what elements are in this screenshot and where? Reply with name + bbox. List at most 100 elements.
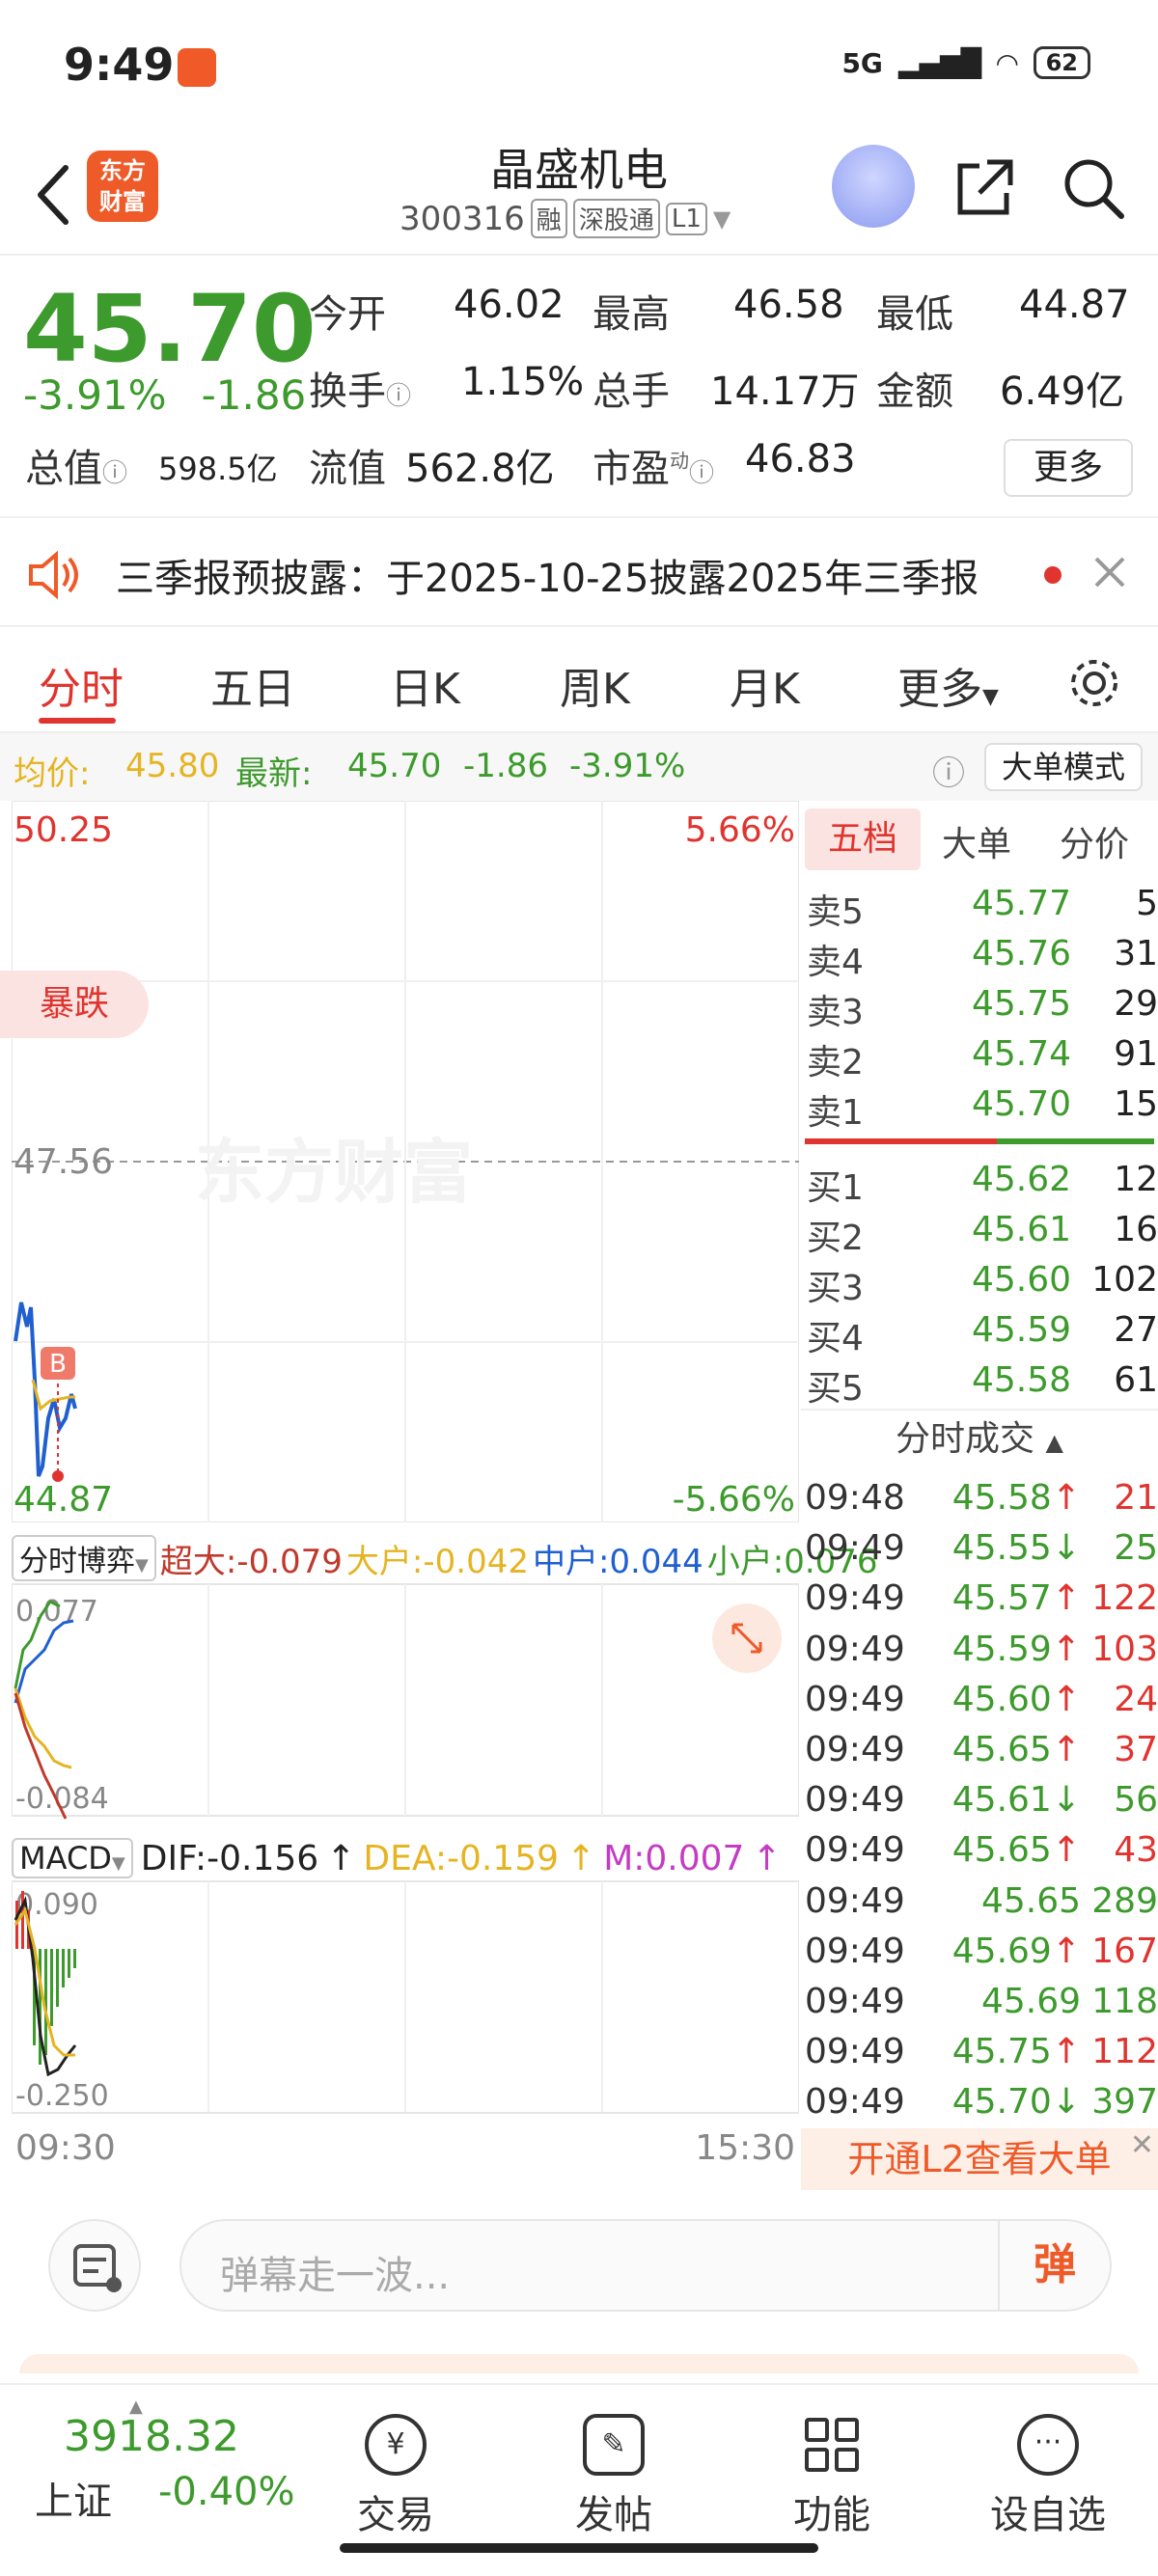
- trade-row: 09:49 45.59↑ 103: [801, 1624, 1158, 1674]
- nav-functions[interactable]: 功能: [764, 2414, 899, 2539]
- danmu-send-button[interactable]: 弹: [998, 2221, 1110, 2310]
- trade-time: 09:49: [805, 1730, 905, 1769]
- l2-banner[interactable]: 开通L2查看大单 ✕: [801, 2128, 1158, 2190]
- avg-value: 45.80: [125, 747, 220, 785]
- trade-time: 09:49: [805, 1629, 905, 1669]
- flow-header: 分时博弈▼ 超大:-0.079 大户:-0.042 中户:0.044 小户:0.…: [12, 1528, 878, 1588]
- mktcap-value: 598.5亿: [158, 451, 278, 487]
- tab-intraday[interactable]: 分时: [39, 654, 124, 716]
- index-name: 上证: [35, 2480, 112, 2524]
- open-value: 46.02: [454, 283, 565, 327]
- tab-5day[interactable]: 五日: [210, 654, 295, 716]
- volume-value: 14.17万: [710, 370, 860, 414]
- macd-selector[interactable]: MACD▼: [12, 1838, 133, 1878]
- macd-dea: DEA:-0.159: [363, 1838, 560, 1878]
- trade-volume: 103: [1091, 1629, 1158, 1669]
- low-value: 44.87: [1019, 283, 1130, 327]
- danmu-bar: 弹幕走一波... 弹: [0, 2190, 1158, 2373]
- trade-direction-icon: ↑: [1051, 1578, 1081, 1619]
- flow-selector[interactable]: 分时博弈▼: [12, 1535, 156, 1581]
- stock-code-row[interactable]: 300316 融 深股通 L1 ▼: [400, 199, 731, 238]
- ask-row: 卖3 45.75 29: [807, 984, 1158, 1032]
- high-value: 46.58: [733, 283, 844, 327]
- amount-value: 6.49亿: [1000, 370, 1125, 414]
- wifi-icon: ◠: [997, 46, 1018, 79]
- notice-text: 三季报预披露：于2025-10-25披露2025年三季报: [116, 557, 979, 601]
- trade-time: 09:49: [805, 1780, 905, 1821]
- flow-top-label: 0.077: [15, 1595, 98, 1629]
- turnover-label: 换手ⓘ: [309, 370, 412, 414]
- flow-mid: 中户:0.044: [532, 1542, 703, 1581]
- trade-row: 09:49 45.55↓ 25: [801, 1522, 1158, 1573]
- trade-price: 45.69↑: [951, 1931, 1081, 1971]
- trade-row: 09:49 45.57↑ 122: [801, 1573, 1158, 1623]
- caret-down-icon: ▼: [982, 685, 999, 709]
- trade-price: 45.61↓: [951, 1780, 1081, 1821]
- tab-monthly[interactable]: 月K: [730, 654, 800, 716]
- latest-label: 最新:: [235, 754, 313, 793]
- bigorder-mode-button[interactable]: 大单模式: [984, 743, 1143, 791]
- trade-row: 09:49 45.69↑ 167: [801, 1926, 1158, 1976]
- top-pct-label: 5.66%: [685, 810, 795, 850]
- trade-row: 09:49 45.75↑ 112: [801, 2026, 1158, 2076]
- macd-dif: DIF:-0.156: [140, 1838, 319, 1878]
- settings-gear-icon[interactable]: [1065, 654, 1123, 712]
- trade-volume: 37: [1114, 1730, 1158, 1769]
- price-change: -3.91% -1.86: [23, 371, 306, 419]
- info-icon: ⓘ: [102, 459, 128, 488]
- time-end-label: 15:30: [695, 2128, 795, 2168]
- share-icon[interactable]: [951, 154, 1018, 222]
- nav-add-watchlist[interactable]: ··· 设自选: [980, 2414, 1116, 2539]
- high-label: 最高: [593, 292, 670, 337]
- trade-volume: 118: [1091, 1982, 1158, 2021]
- ask-row: 卖1 45.70 15: [807, 1084, 1158, 1133]
- avg-label: 均价:: [14, 754, 91, 793]
- trades-title[interactable]: 分时成交 ▲: [801, 1409, 1158, 1466]
- help-icon[interactable]: ⓘ: [932, 747, 965, 794]
- float-label: 流值: [309, 447, 386, 491]
- tag-level: L1: [665, 202, 707, 235]
- tab-more[interactable]: 更多▼: [897, 654, 999, 716]
- nav-post[interactable]: ✎ 发帖: [546, 2414, 681, 2539]
- volume-label: 总手: [593, 370, 670, 414]
- nav-trade[interactable]: ¥ 交易: [328, 2414, 463, 2539]
- notice-bar[interactable]: 三季报预披露：于2025-10-25披露2025年三季报: [0, 516, 1158, 627]
- search-icon[interactable]: [1060, 154, 1127, 222]
- grid-icon: [801, 2414, 863, 2476]
- orderbook-tab-bigorder[interactable]: 大单: [942, 816, 1011, 866]
- plunge-badge[interactable]: 暴跌: [0, 971, 149, 1038]
- quote-panel: 45.70 -3.91% -1.86 今开 46.02 最高 46.58 最低 4…: [0, 256, 1158, 516]
- orderbook-tab-byprice[interactable]: 分价: [1060, 816, 1129, 866]
- trade-time: 09:48: [805, 1478, 905, 1518]
- orderbook-tab-5level[interactable]: 五档: [805, 808, 921, 870]
- tag-margin: 融: [530, 199, 567, 238]
- more-quote-button[interactable]: 更多: [1004, 439, 1133, 497]
- tab-daily[interactable]: 日K: [390, 654, 460, 716]
- notification-app-icon: [178, 48, 216, 87]
- trade-direction-icon: ↑: [1051, 1478, 1081, 1518]
- trade-marker-dot: [52, 1470, 64, 1482]
- trade-row: 09:49 45.65↑ 37: [801, 1724, 1158, 1774]
- trade-direction-icon: ↓: [1051, 1528, 1081, 1569]
- trade-volume: 25: [1114, 1528, 1158, 1569]
- assistant-robot-icon[interactable]: [832, 145, 915, 228]
- danmu-input[interactable]: 弹幕走一波... 弹: [179, 2219, 1112, 2312]
- arrow-up-icon: ↑: [326, 1838, 356, 1878]
- trade-icon: ¥: [365, 2414, 427, 2476]
- close-icon[interactable]: ✕: [1130, 2115, 1154, 2177]
- flow-large-line: [14, 1687, 72, 1769]
- time-start-label: 09:30: [15, 2128, 116, 2168]
- tab-weekly[interactable]: 周K: [560, 654, 630, 716]
- trade-volume: 56: [1114, 1780, 1158, 1821]
- trade-price: 45.60↑: [951, 1679, 1081, 1719]
- trade-direction-icon: ↓: [1051, 2082, 1081, 2123]
- amount-label: 金额: [876, 370, 953, 414]
- trade-price: 45.65↑: [951, 1730, 1081, 1769]
- trade-time: 09:49: [805, 1931, 905, 1971]
- trade-price: 45.65↑: [951, 1830, 1081, 1871]
- close-icon[interactable]: [1090, 553, 1129, 591]
- trade-volume: 21: [1114, 1478, 1158, 1518]
- change-pct: -3.91%: [23, 371, 167, 419]
- ask-row: 卖4 45.76 31: [807, 934, 1158, 982]
- danmu-list-icon[interactable]: [48, 2219, 141, 2312]
